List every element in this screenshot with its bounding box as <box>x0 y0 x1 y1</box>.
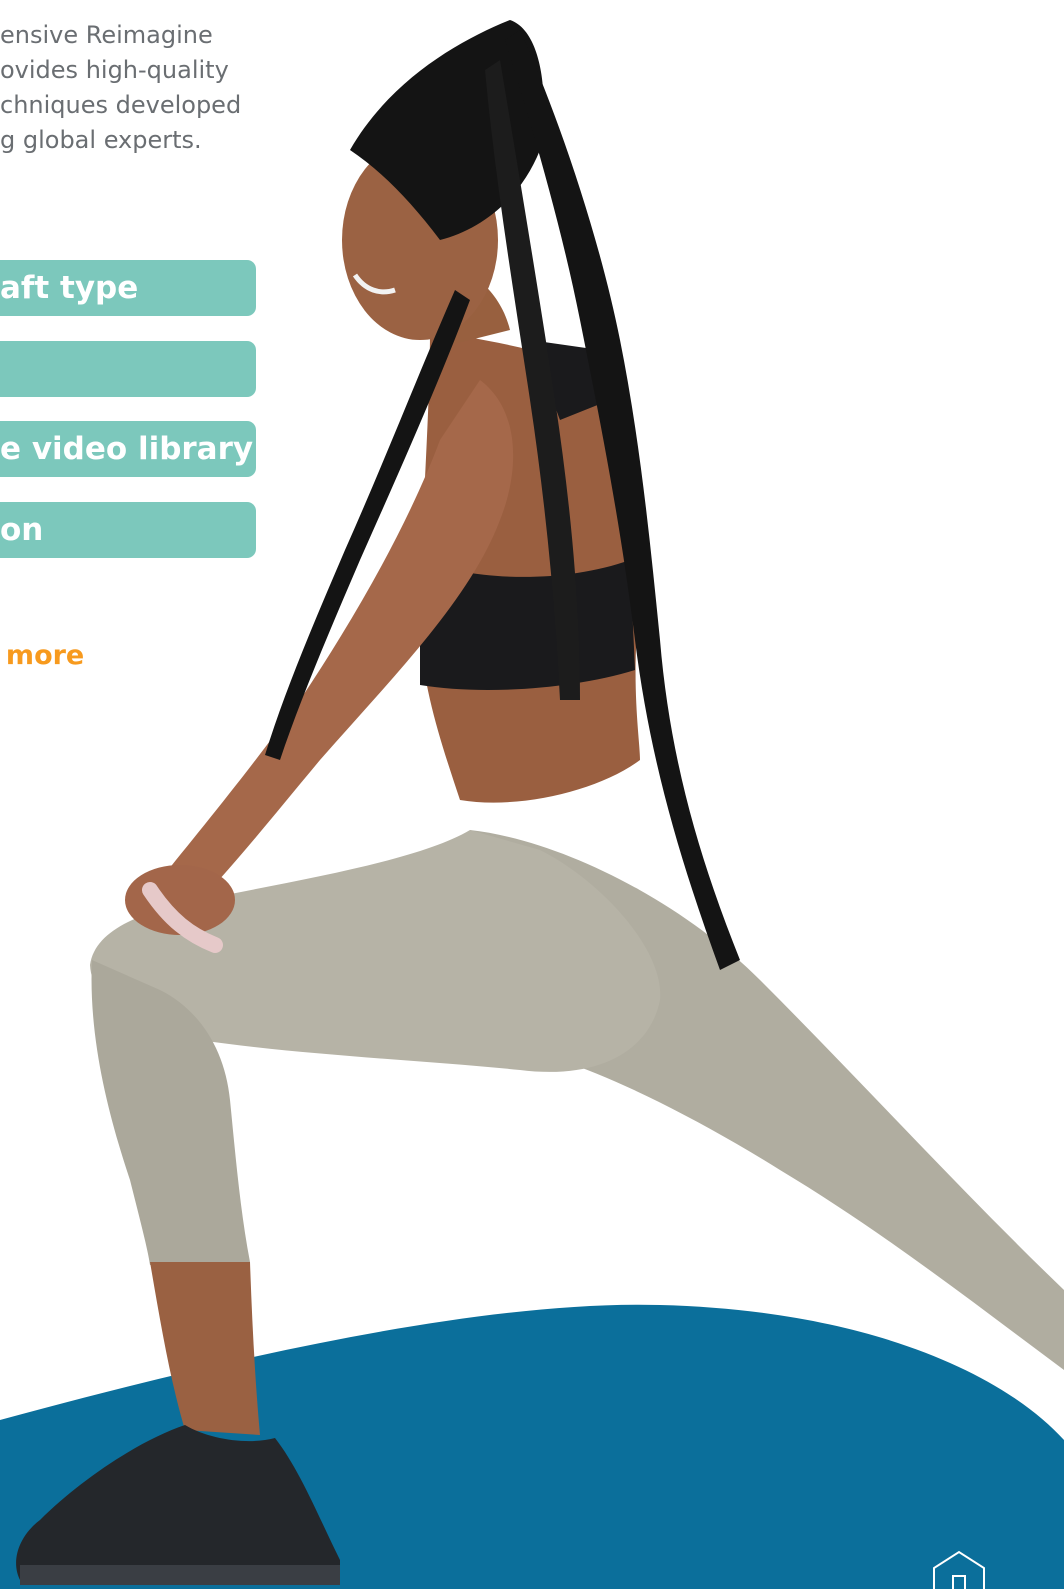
home-icon <box>933 1550 985 1589</box>
home-button[interactable] <box>930 1550 988 1589</box>
woman-stretching-photo <box>16 20 1064 1585</box>
